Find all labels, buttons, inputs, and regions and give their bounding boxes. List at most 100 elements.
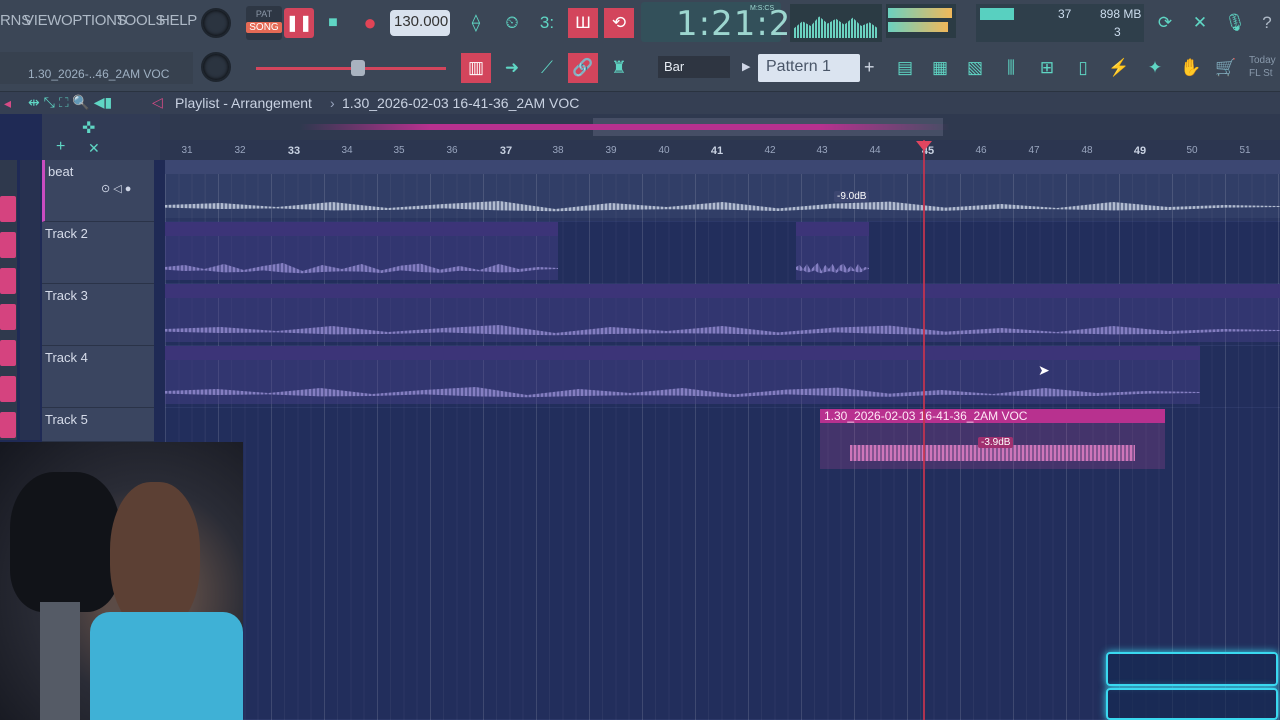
ruler-bar: 39	[605, 145, 617, 156]
ruler-bar: 49	[1133, 145, 1147, 157]
plugin-icon[interactable]: ⚡	[1104, 53, 1134, 83]
track-header-2[interactable]: Track 2	[42, 222, 154, 284]
snap-tool-icon[interactable]: ✜	[82, 118, 95, 138]
slide-tool-icon[interactable]: ⟋	[532, 53, 562, 83]
pattern-prev-arrow[interactable]: ▶	[742, 60, 750, 73]
track-header-5[interactable]: Track 5	[42, 408, 154, 442]
snap-selector[interactable]: Bar	[658, 56, 730, 78]
clip-title: 1.30_2026-02-03 16-41-36_2AM VOC	[824, 409, 1028, 423]
playlist-icon[interactable]: ▤	[890, 53, 920, 83]
ruler-bar: 34	[341, 145, 353, 156]
clip-title: 1.30_2026-02-03 16-38-46_2AM VOC	[169, 346, 373, 360]
track-mute-solo-icons[interactable]: ⊙ ◁ ●	[101, 182, 131, 195]
menu-help[interactable]: HELP	[159, 12, 197, 29]
track-name: Track 2	[45, 226, 88, 241]
polyphony-count: 3	[1114, 25, 1121, 39]
cut-tools-icon[interactable]: ✕	[1185, 8, 1215, 38]
project-icon[interactable]: ▯	[1068, 53, 1098, 83]
clip-title: untitl..VOC	[800, 222, 859, 236]
help-icon[interactable]: ?	[1252, 8, 1280, 38]
playlist-tool-icons[interactable]: ⇹ ⤡ ⛶ 🔍 ◀▮	[28, 94, 112, 111]
news-panel[interactable]: Today FL St	[1249, 54, 1276, 80]
master-pitch-knob[interactable]	[201, 52, 231, 82]
master-volume-knob[interactable]	[201, 8, 231, 38]
pattern-selector[interactable]: Pattern 1	[758, 54, 860, 82]
playhead-marker[interactable]	[916, 141, 932, 151]
stop-button[interactable]: ■	[318, 8, 348, 38]
track-name: Track 3	[45, 288, 88, 303]
ruler-bar: 36	[446, 145, 458, 156]
playhead-line	[923, 140, 925, 720]
link-icon[interactable]: 🔗	[568, 53, 598, 83]
pat-song-toggle[interactable]: PAT SONG	[246, 6, 282, 40]
pause-button[interactable]: ❚❚	[284, 8, 314, 38]
ruler-bar: 38	[552, 145, 564, 156]
audio-clip-track-2[interactable]: untitled_2026-01-30 22-02-39_2AM VOC	[165, 222, 558, 280]
track-header-4[interactable]: Track 4	[42, 346, 154, 408]
browser-icon[interactable]: ⊞	[1032, 53, 1062, 83]
fl-studio-window: RNS VIEW OPTIONS TOOLS HELP PAT SONG ❚❚ …	[0, 0, 1280, 720]
loop-recording-icon[interactable]: ⟲	[604, 8, 634, 38]
record-icon: ●	[363, 10, 377, 35]
close-tool-icon[interactable]: ✕	[88, 140, 100, 157]
shop-icon[interactable]: 🛒	[1211, 53, 1241, 83]
oscilloscope	[790, 4, 882, 42]
time-ruler[interactable]: 31 32 33 34 35 36 37 38 39 40 41 42 43 4…	[160, 140, 1280, 160]
playlist-menu-arrow-icon[interactable]: ◂	[4, 95, 11, 112]
add-pattern-button[interactable]: +	[864, 57, 875, 78]
ruler-bar: 51	[1239, 145, 1251, 156]
record-button[interactable]: ●	[355, 8, 385, 38]
clip-title: untitled_2026-01-30 22-02-39_2AM VOC	[169, 222, 388, 236]
news-line-2: FL St	[1249, 68, 1273, 79]
stream-badge-bottom	[1106, 688, 1278, 720]
ruler-bar: 35	[393, 145, 405, 156]
channel-rack-icon[interactable]: ▧	[960, 53, 990, 83]
piano-roll-window-icon[interactable]: ▦	[925, 53, 955, 83]
microphone-icon[interactable]: 🎙	[1220, 8, 1250, 38]
metronome-icon[interactable]: ⟠	[461, 8, 491, 38]
hint-text: 1.30_2026-..46_2AM VOC	[28, 67, 170, 81]
stamp-icon[interactable]: ♜	[604, 53, 634, 83]
track-header-beat[interactable]: beat ⊙ ◁ ●	[42, 160, 154, 222]
title-separator: ›	[330, 95, 335, 111]
track-header-controls: + ✜ ✕	[42, 114, 160, 160]
clip-volume-label: -9.0dB	[834, 191, 870, 202]
audio-clip-track-3[interactable]: untitled_2026-01-30 22-05-14_2AM VOC	[165, 284, 1280, 342]
menu-view[interactable]: VIEW	[24, 12, 61, 29]
audio-clip-track-2b[interactable]: untitl..VOC	[796, 222, 869, 280]
ruler-bar: 41	[710, 145, 724, 157]
touch-icon[interactable]: ✋	[1176, 53, 1206, 83]
mixer-icon[interactable]: ⫼	[996, 53, 1026, 83]
playlist-header: ◂ ⇹ ⤡ ⛶ 🔍 ◀▮ ◁ Playlist - Arrangement › …	[0, 92, 1280, 114]
tool-icon[interactable]: ✦	[1140, 53, 1170, 83]
ruler-bar: 44	[869, 145, 881, 156]
pitch-slider-handle[interactable]	[351, 60, 365, 76]
piano-roll-icon[interactable]: ▥	[461, 53, 491, 83]
step-arrow-icon[interactable]: ➜	[497, 53, 527, 83]
webcam-overlay	[0, 442, 243, 720]
clip-volume-label: -3.9dB	[978, 437, 1014, 448]
ruler-bar: 32	[234, 145, 246, 156]
track-name: Track 5	[45, 412, 88, 427]
menu-tools[interactable]: TOOLS	[116, 12, 165, 29]
clip-title: beat	[169, 160, 193, 174]
peak-meter	[886, 4, 956, 38]
audio-clip-beat[interactable]: beat	[165, 160, 1280, 218]
blend-recording-icon[interactable]: Ш	[568, 8, 598, 38]
playlist-overview[interactable]	[160, 114, 1280, 140]
stop-icon: ■	[328, 14, 338, 31]
time-unit-label: M:S:CS	[750, 5, 775, 12]
track-header-3[interactable]: Track 3	[42, 284, 154, 346]
track-name: Track 4	[45, 350, 88, 365]
undo-history-icon[interactable]: ⟳	[1150, 8, 1180, 38]
countdown-icon[interactable]: 3:	[532, 8, 562, 38]
wait-for-input-icon[interactable]: ⏲	[497, 8, 527, 38]
ruler-bar: 37	[499, 145, 513, 157]
track-selector-strip	[0, 160, 17, 440]
news-line-1: Today	[1249, 55, 1276, 66]
add-track-icon[interactable]: +	[56, 138, 65, 156]
current-clip-name: 1.30_2026-02-03 16-41-36_2AM VOC	[342, 95, 580, 111]
pause-icon: ❚❚	[285, 15, 313, 32]
clip-title: untitled_2026-01-30 22-05-14_2AM VOC	[169, 284, 388, 298]
tempo-display[interactable]: 130.000	[390, 10, 450, 36]
